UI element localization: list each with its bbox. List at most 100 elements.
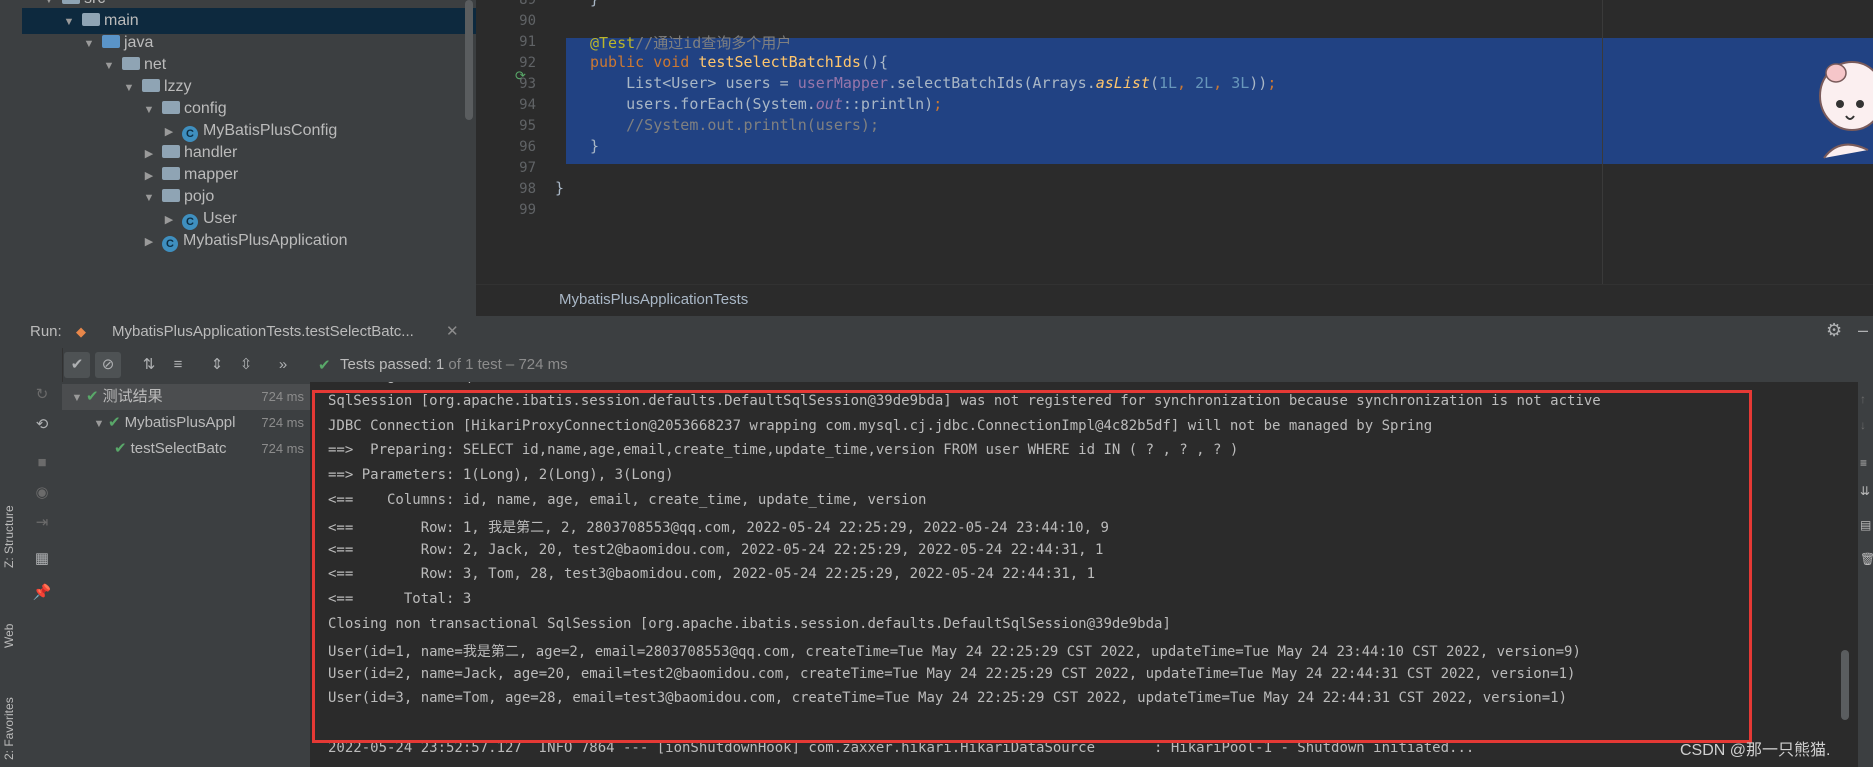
test-tree-item[interactable]: ▼ ✔ MybatisPlusAppl 724 ms	[62, 410, 310, 436]
project-tree: ▼src▼main▼java▼net▼lzzy▼config▶CMyBatisP…	[22, 0, 476, 316]
project-tree-label: mapper	[184, 166, 239, 183]
code-token: List<User> users =	[590, 74, 798, 92]
code-token: @Test	[590, 34, 636, 52]
code-line: @Test//通过id查询多个用户	[590, 32, 791, 53]
code-line: users.forEach(System.out::println);	[590, 95, 942, 113]
test-name: MybatisPlusAppl	[124, 414, 236, 431]
test-time: 724 ms	[261, 389, 304, 404]
code-token: ))	[1249, 74, 1268, 92]
toggle-auto-test-icon[interactable]: ⟲	[29, 412, 55, 438]
code-token: //System.out.println(users);	[590, 116, 879, 134]
test-time: 724 ms	[261, 415, 304, 430]
tests-status: Tests passed: 1 of 1 test – 724 ms	[340, 356, 568, 373]
status-suffix: of 1 test – 724 ms	[444, 356, 568, 373]
project-tree-label: net	[144, 56, 167, 73]
passed-check-icon: ✔	[114, 440, 127, 457]
code-token: 3L	[1231, 74, 1250, 92]
structure-tab[interactable]: Z: Structure	[2, 505, 16, 568]
run-panel-header: Run: ◆ MybatisPlusApplicationTests.testS…	[22, 316, 1873, 349]
console-line: Creating a new SqlSession	[328, 382, 539, 384]
folder-icon	[62, 0, 80, 4]
code-line: public void testSelectBatchIds(){	[590, 53, 888, 71]
export-icon[interactable]: ⇥	[29, 510, 55, 536]
code-token: (){	[860, 53, 889, 71]
sort-duration-icon[interactable]: ≡	[165, 352, 191, 378]
run-toolbar: ▶ ✔ ⊘ ⇅ ≡ ⇕ ⇳ » ✔ Tests passed: 1 of 1 t…	[22, 348, 1873, 382]
project-tree-item[interactable]: ▶ C MybatisPlusApplication	[22, 228, 348, 254]
passed-check-icon: ✔	[318, 357, 331, 374]
folder-icon	[162, 145, 180, 158]
line-number: 98	[519, 181, 536, 197]
code-token: }	[555, 179, 565, 197]
code-token: ;	[933, 95, 943, 113]
run-tab-title[interactable]: MybatisPlusApplicationTests.testSelectBa…	[112, 323, 414, 340]
project-tree-label: config	[184, 100, 227, 117]
line-number: 92	[519, 55, 536, 71]
folder-icon	[122, 57, 140, 70]
layout-icon[interactable]: ▦	[29, 546, 55, 572]
expanded-arrow-icon[interactable]: ▼	[70, 385, 84, 411]
code-token: }	[590, 137, 600, 155]
line-number: 99	[519, 202, 536, 218]
code-line: }	[590, 137, 599, 155]
close-tab-icon[interactable]: ✕	[446, 322, 459, 340]
pin-icon[interactable]: 📌	[29, 580, 55, 606]
favorites-tab[interactable]: 2: Favorites	[2, 697, 16, 760]
passed-check-icon: ✔	[108, 414, 121, 431]
code-line: }	[555, 179, 564, 197]
highlight-box	[312, 390, 1752, 743]
status-count: 1	[435, 356, 445, 373]
line-number: 94	[519, 97, 536, 113]
breadcrumb[interactable]: MybatisPlusApplicationTests	[559, 291, 748, 308]
passed-check-icon: ✔	[86, 388, 99, 405]
gear-icon[interactable]: ⚙	[1826, 320, 1842, 341]
console-scrollbar[interactable]	[1841, 650, 1849, 720]
right-margin-guide	[1602, 0, 1603, 284]
test-tree-item[interactable]: ▼ ✔ 测试结果 724 ms	[62, 384, 310, 410]
code-token: userMapper	[797, 74, 889, 92]
code-token: 2L	[1195, 74, 1214, 92]
code-token: ,	[1177, 74, 1196, 92]
line-number: 89	[519, 0, 536, 8]
test-results-tree: ▼ ✔ 测试结果 724 ms ▼ ✔ MybatisPlusAppl 724 ms ✔ test…	[62, 382, 310, 767]
test-time: 724 ms	[261, 441, 304, 456]
show-passed-icon[interactable]: ✔	[64, 352, 90, 378]
code-token: 1L	[1158, 74, 1178, 92]
trash-icon[interactable]: 🗑	[1860, 552, 1873, 566]
expand-all-icon[interactable]: ⇕	[204, 352, 230, 378]
folder-icon	[162, 101, 180, 114]
stop-icon[interactable]: ■	[29, 450, 55, 476]
show-ignored-icon[interactable]: ⊘	[95, 352, 121, 378]
expanded-arrow-icon[interactable]: ▼	[92, 411, 106, 437]
line-number: 90	[519, 13, 536, 29]
line-number: 93	[519, 76, 536, 92]
down-arrow-icon[interactable]: ↓	[1860, 418, 1866, 432]
rerun-failed-icon[interactable]: ↻	[29, 382, 55, 408]
code-token: ,	[1213, 74, 1232, 92]
more-icon[interactable]: »	[270, 352, 296, 378]
run-side-toolbar: ↻ ⟲ ■ ◉ ⇥ ▦ 📌	[22, 348, 63, 767]
scroll-end-icon[interactable]: ⇊	[1860, 484, 1870, 498]
test-tree-item[interactable]: ✔ testSelectBatc 724 ms	[62, 436, 310, 462]
project-tree-label: lzzy	[164, 78, 192, 95]
code-token: testSelectBatchIds	[698, 53, 861, 71]
web-tab[interactable]: Web	[2, 624, 16, 648]
run-label: Run:	[30, 323, 62, 340]
code-token: ::println)	[842, 95, 934, 113]
print-icon[interactable]: ▤	[1860, 518, 1871, 532]
project-tree-label: pojo	[184, 188, 215, 205]
camera-icon[interactable]: ◉	[29, 480, 55, 506]
code-token: }	[590, 0, 599, 8]
up-arrow-icon[interactable]: ↑	[1860, 392, 1866, 406]
status-prefix: Tests passed:	[340, 356, 436, 373]
collapsed-arrow-icon[interactable]: ▶	[142, 229, 156, 255]
project-tree-scrollbar[interactable]	[465, 0, 473, 120]
sort-alpha-icon[interactable]: ⇅	[136, 352, 162, 378]
minimize-icon[interactable]: –	[1858, 320, 1868, 341]
collapse-all-icon[interactable]: ⇳	[233, 352, 259, 378]
code-token: asList	[1095, 74, 1150, 92]
soft-wrap-icon[interactable]: ≡	[1860, 456, 1867, 470]
test-name: 测试结果	[102, 388, 163, 405]
code-token: out	[815, 95, 843, 113]
folder-icon	[102, 35, 120, 48]
